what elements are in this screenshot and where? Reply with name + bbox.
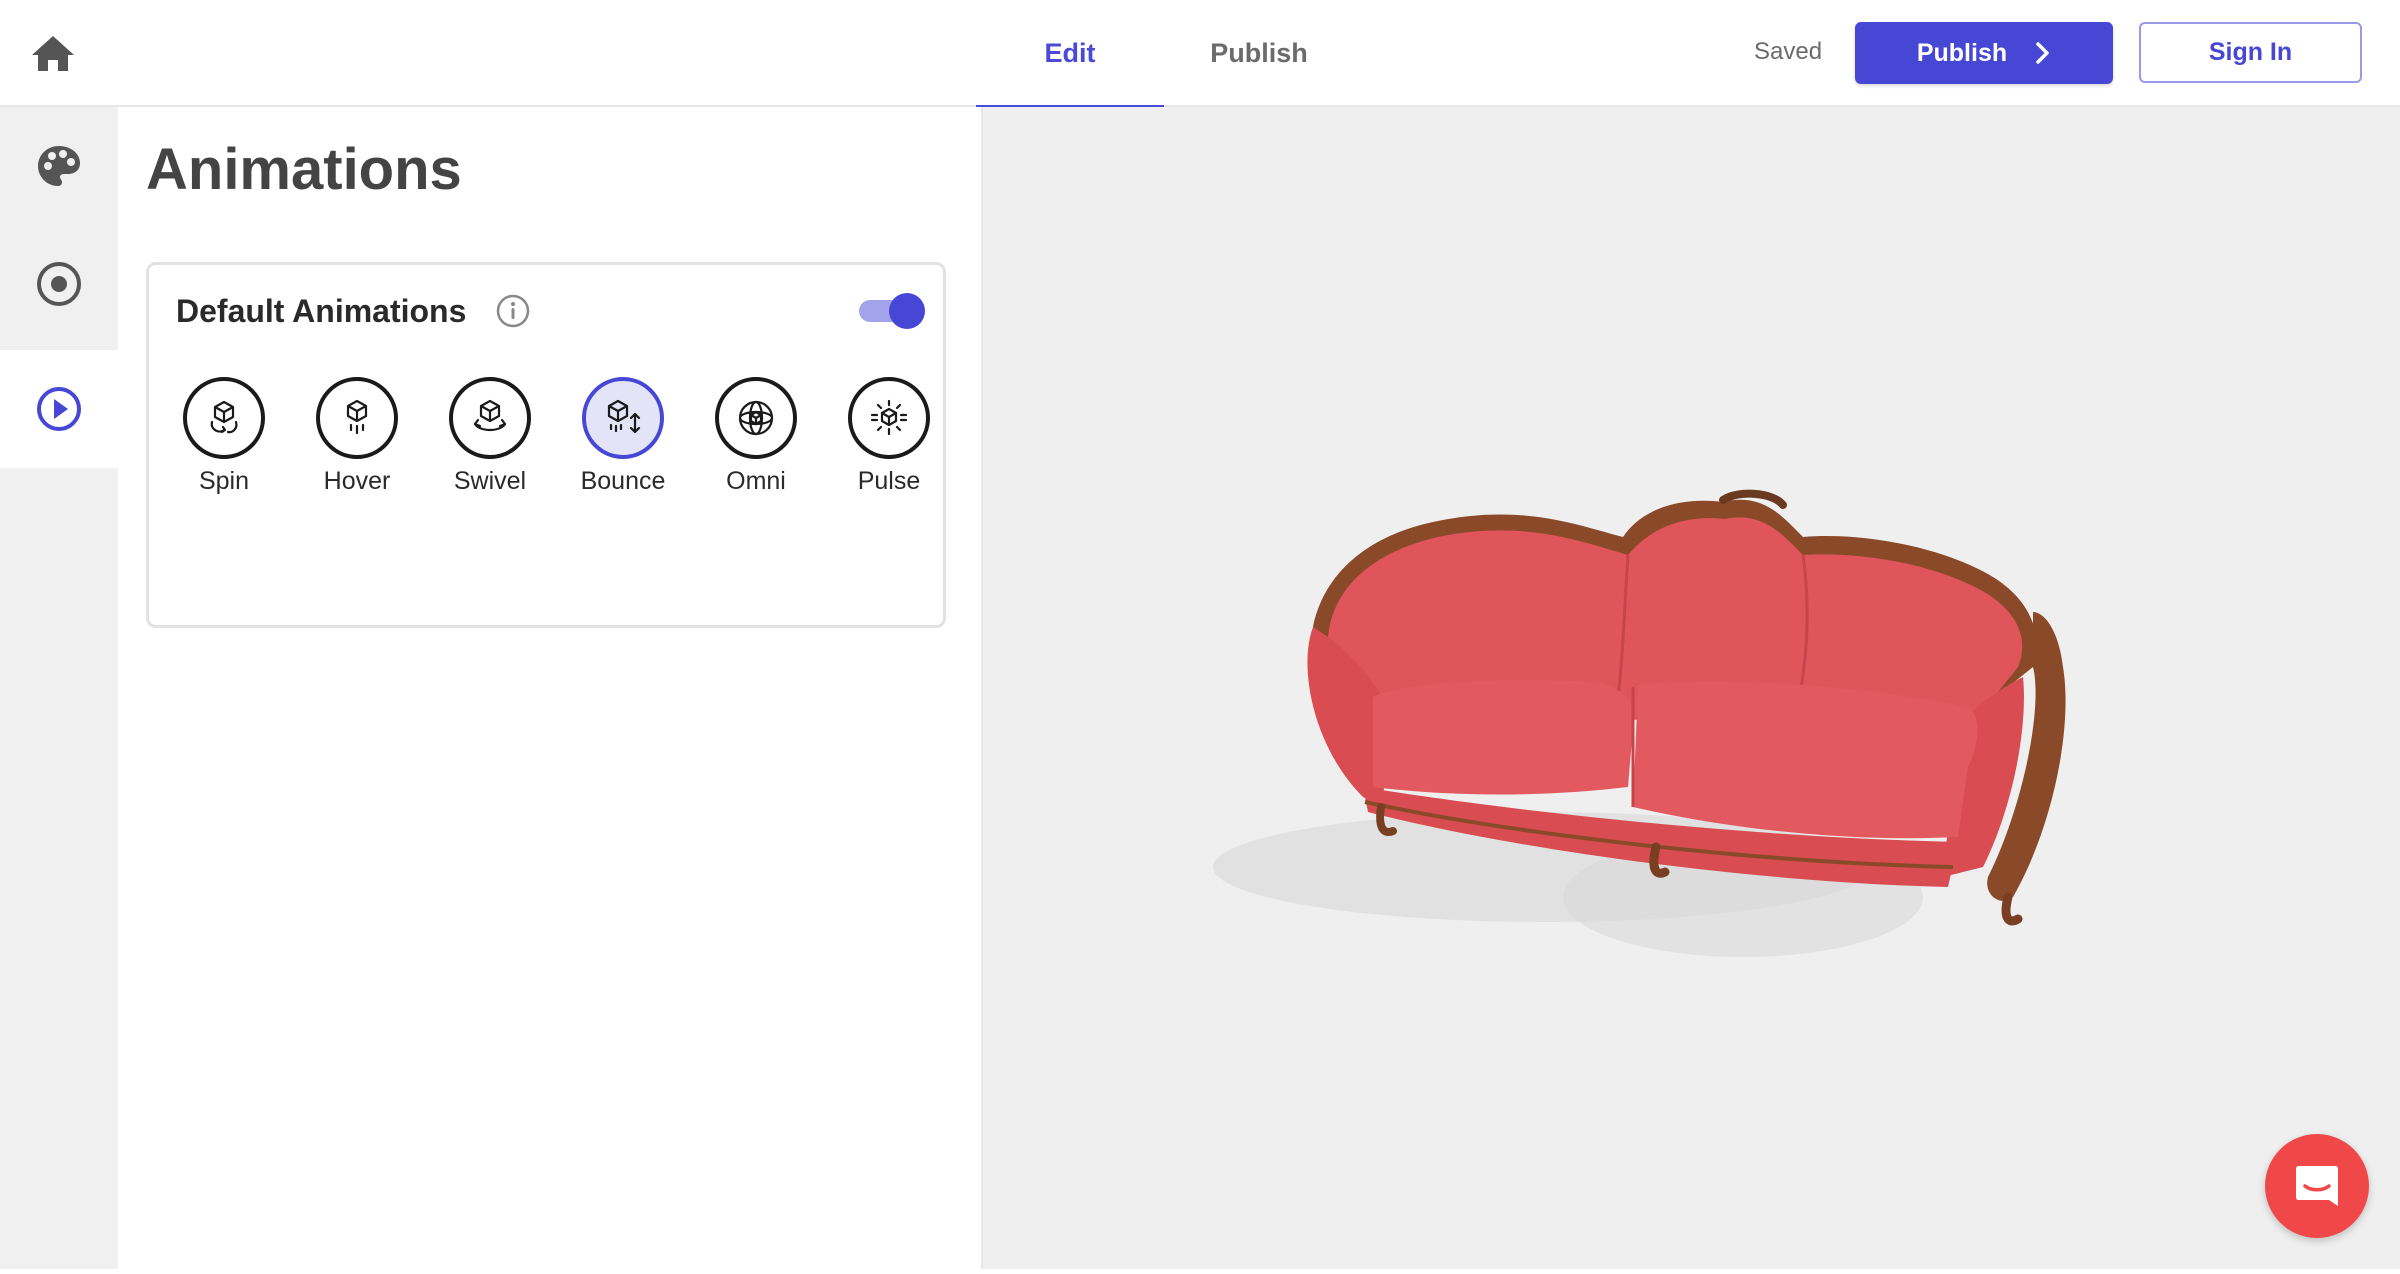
publish-button[interactable]: Publish (1855, 22, 2113, 84)
omni-label: Omni (726, 467, 786, 495)
spin-label: Spin (198, 467, 250, 495)
swivel-cube-icon (473, 399, 507, 432)
target-icon (37, 262, 81, 306)
home-button[interactable] (30, 34, 76, 72)
page-title: Animations (146, 137, 462, 202)
swivel-label: Swivel (453, 467, 527, 495)
palette-icon (38, 146, 80, 186)
pulse-cube-icon (870, 399, 908, 436)
hover-cube-icon (346, 399, 368, 435)
animation-option-bounce[interactable]: Bounce (568, 377, 678, 507)
default-animations-toggle[interactable] (859, 293, 925, 329)
top-bar: Edit Publish Saved Publish Sign In (0, 0, 2400, 109)
animations-panel: Animations Default Animations Spin Hover… (118, 107, 983, 1269)
animation-option-hover[interactable]: Hover (302, 377, 412, 507)
publish-button-label: Publish (1916, 38, 2008, 67)
sign-in-button[interactable]: Sign In (2139, 22, 2362, 83)
animation-option-swivel[interactable]: Swivel (435, 377, 545, 507)
toggle-knob (889, 293, 925, 329)
rail-item-appearance[interactable] (0, 107, 118, 225)
animation-option-omni[interactable]: Omni (701, 377, 811, 507)
play-circle-icon (37, 387, 81, 431)
tab-edit[interactable]: Edit (976, 0, 1164, 109)
chat-icon (2296, 1166, 2338, 1206)
rail-item-hotspots[interactable] (0, 225, 118, 343)
omni-circle (715, 377, 797, 459)
animation-option-pulse[interactable]: Pulse (834, 377, 944, 507)
pulse-circle (848, 377, 930, 459)
card-title: Default Animations (176, 293, 467, 329)
info-icon (496, 294, 530, 328)
hover-circle (316, 377, 398, 459)
spin-cube-icon (210, 400, 238, 434)
animation-option-spin[interactable]: Spin (169, 377, 279, 507)
pulse-label: Pulse (857, 467, 921, 495)
model-viewer[interactable] (983, 107, 2400, 1269)
swivel-circle (449, 377, 531, 459)
sofa-model (1213, 489, 2066, 957)
bounce-cube-icon (607, 399, 641, 434)
info-button[interactable] (495, 293, 531, 329)
omni-globe-icon (738, 400, 774, 436)
tab-publish[interactable]: Publish (1164, 0, 1354, 107)
spin-circle (183, 377, 265, 459)
chat-button[interactable] (2265, 1134, 2369, 1238)
bounce-label: Bounce (580, 467, 666, 495)
home-icon (32, 36, 74, 71)
chevron-right-icon (2036, 42, 2049, 64)
bounce-circle (582, 377, 664, 459)
tool-rail (0, 107, 118, 1269)
default-animations-card: Default Animations Spin Hover Swivel Bou… (146, 262, 946, 628)
rail-item-animations[interactable] (0, 350, 118, 468)
save-status: Saved (1754, 38, 1823, 65)
hover-label: Hover (323, 467, 391, 495)
